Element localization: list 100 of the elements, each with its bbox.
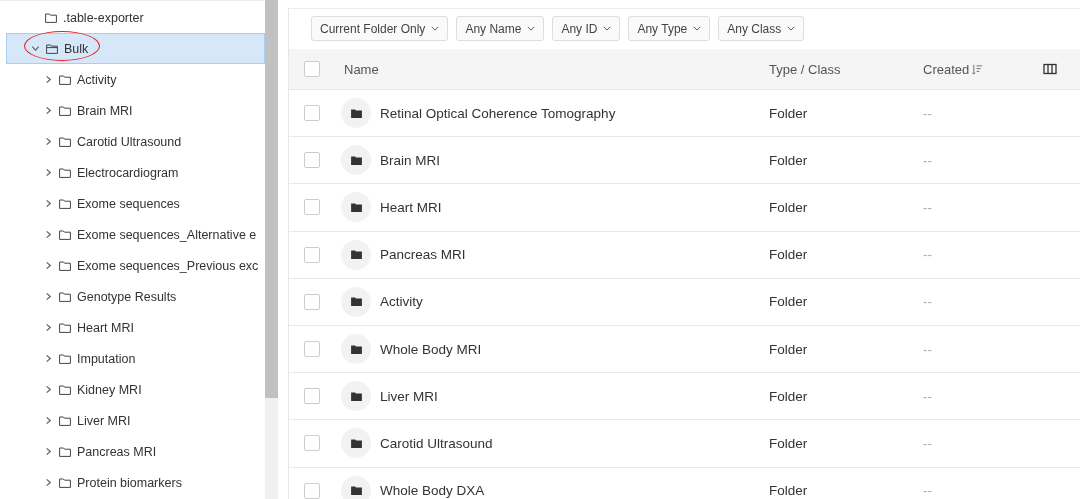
checkbox[interactable]: [304, 435, 320, 452]
tree-item[interactable]: Electrocardiogram: [0, 157, 265, 188]
folder-icon: [59, 415, 71, 426]
chevron-icon: [44, 230, 53, 239]
tree-item[interactable]: Activity: [0, 64, 265, 95]
folder-icon: [341, 239, 371, 270]
tree-item-label: Protein biomarkers: [77, 475, 182, 490]
caret-icon: [431, 26, 440, 31]
folder-icon: [59, 322, 71, 333]
folder-icon: [59, 229, 71, 240]
checkbox[interactable]: [304, 105, 320, 122]
tree-item[interactable]: Brain MRI: [0, 95, 265, 126]
caret-icon: [603, 26, 612, 31]
table-cell: Liver MRI: [380, 388, 438, 404]
chevron-icon: [44, 261, 53, 270]
table-row[interactable]: Activity Folder --: [289, 278, 1080, 326]
tree-item-label: Heart MRI: [77, 320, 134, 335]
checkbox[interactable]: [304, 293, 320, 310]
table-cell: Brain MRI: [380, 152, 440, 168]
folder-icon: [341, 286, 371, 317]
tree-item[interactable]: Exome sequences: [0, 188, 265, 219]
folder-icon: [341, 98, 371, 129]
table-row[interactable]: Liver MRI Folder --: [289, 373, 1080, 421]
table-cell: --: [923, 483, 932, 499]
tree-item-label: Bulk: [64, 41, 89, 56]
folder-icon: [341, 428, 371, 459]
column-header[interactable]: Name: [344, 61, 379, 77]
column-header[interactable]: Type / Class: [769, 61, 841, 77]
tree-item[interactable]: Exome sequences_Previous exc: [0, 250, 265, 281]
table-row[interactable]: Whole Body DXA Folder --: [289, 467, 1080, 499]
folder-icon: [59, 353, 71, 364]
tree-item[interactable]: Pancreas MRI: [0, 436, 265, 467]
filter-dropdown[interactable]: Current Folder Only: [311, 16, 449, 41]
table-row[interactable]: Whole Body MRI Folder --: [289, 325, 1080, 374]
tree-item[interactable]: Liver MRI: [0, 405, 265, 436]
tree-item-label: .table-exporter: [63, 10, 144, 25]
table-cell: Whole Body DXA: [380, 483, 485, 499]
folder-icon: [59, 291, 71, 302]
table-row[interactable]: Pancreas MRI Folder --: [289, 231, 1080, 279]
checkbox[interactable]: [304, 341, 320, 358]
table-cell: Heart MRI: [380, 199, 442, 215]
chevron-icon: [44, 447, 53, 456]
chevron-icon: [44, 292, 53, 301]
table-cell: Folder: [769, 199, 808, 215]
tree-item[interactable]: Bulk: [6, 33, 265, 64]
table-row[interactable]: Brain MRI Folder --: [289, 137, 1080, 185]
tree-item-label: Pancreas MRI: [77, 444, 157, 459]
table-cell: Folder: [769, 341, 808, 357]
table-cell: Folder: [769, 294, 808, 310]
checkbox[interactable]: [304, 152, 320, 169]
tree-item-label: Activity: [77, 72, 117, 87]
tree-item[interactable]: Imputation: [0, 343, 265, 374]
chevron-icon: [44, 199, 53, 208]
filter-dropdown[interactable]: Any Name: [456, 16, 545, 41]
tree-item-label: Imputation: [77, 351, 136, 366]
caret-icon: [787, 26, 796, 31]
filter-dropdown[interactable]: Any Type: [628, 16, 711, 41]
folder-icon: [341, 145, 371, 176]
tree-item[interactable]: Protein biomarkers: [0, 467, 265, 498]
tree-item[interactable]: Carotid Ultrasound: [0, 126, 265, 157]
tree-item-label: Genotype Results: [77, 289, 177, 304]
table-cell: --: [923, 105, 932, 121]
table-row[interactable]: Retinal Optical Coherence Tomography Folder --: [289, 90, 1080, 138]
checkbox[interactable]: [304, 199, 320, 216]
checkbox[interactable]: [304, 388, 320, 405]
table-cell: --: [923, 152, 932, 168]
chevron-icon: [44, 168, 53, 177]
filter-dropdown[interactable]: Any ID: [552, 16, 621, 41]
table-cell: --: [923, 435, 932, 451]
chevron-icon: [44, 106, 53, 115]
filter-dropdown[interactable]: Any Class: [718, 16, 805, 41]
folder-icon: [341, 192, 371, 223]
tree-item[interactable]: Exome sequences_Alternative e: [0, 219, 265, 250]
table-row[interactable]: Heart MRI Folder --: [289, 184, 1080, 232]
table-cell: Carotid Ultrasound: [380, 435, 493, 451]
chevron-icon: [44, 75, 53, 84]
sort-icon[interactable]: [972, 63, 984, 75]
scrollbar-thumb[interactable]: [265, 0, 278, 398]
table-cell: Retinal Optical Coherence Tomography: [380, 105, 616, 121]
column-header[interactable]: Created: [923, 61, 970, 77]
table-row[interactable]: Carotid Ultrasound Folder --: [289, 420, 1080, 468]
folder-icon: [59, 105, 71, 116]
table-cell: --: [923, 388, 932, 404]
chevron-icon: [44, 354, 53, 363]
chevron-icon: [44, 478, 53, 487]
chevron-icon: [44, 385, 53, 394]
tree-item-label: Electrocardiogram: [77, 165, 179, 180]
tree-item[interactable]: Genotype Results: [0, 281, 265, 312]
tree-item[interactable]: Kidney MRI: [0, 374, 265, 405]
folder-icon: [59, 260, 71, 271]
tree-item[interactable]: Heart MRI: [0, 312, 265, 343]
table-cell: Folder: [769, 388, 808, 404]
columns-icon[interactable]: [1043, 63, 1057, 75]
table-cell: Whole Body MRI: [380, 341, 482, 357]
checkbox[interactable]: [304, 482, 320, 499]
table-cell: --: [923, 247, 932, 263]
folder-icon: [45, 12, 57, 23]
checkbox[interactable]: [304, 61, 320, 77]
tree-item[interactable]: .table-exporter: [0, 2, 265, 33]
checkbox[interactable]: [304, 246, 320, 263]
